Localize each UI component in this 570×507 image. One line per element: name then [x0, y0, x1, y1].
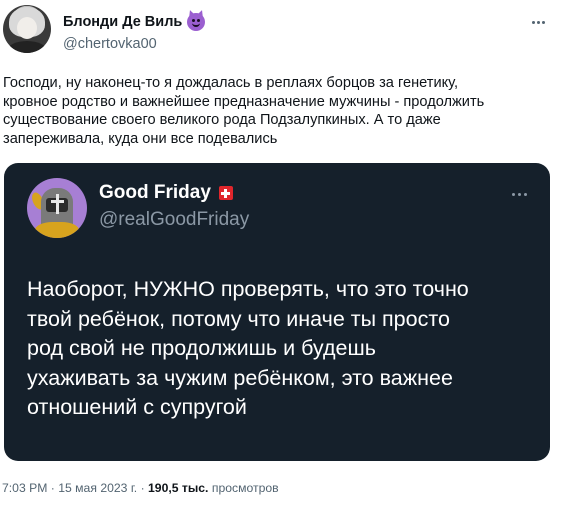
avatar-cape	[35, 222, 79, 238]
more-options-icon[interactable]	[528, 14, 548, 30]
avatar-shoulder	[7, 41, 47, 53]
devil-emoji-icon	[187, 13, 206, 31]
quoted-tweet-card[interactable]: Good Friday @realGoodFriday Наоборот, НУ…	[4, 163, 550, 461]
meta-separator: ·	[140, 481, 145, 495]
tweet-meta: 7:03 PM · 15 мая 2023 г. · 190,5 тыс. пр…	[2, 481, 279, 495]
quoted-tweet-text: Наоборот, НУЖНО проверять, что это точно…	[27, 275, 537, 423]
tweet-text-line: запереживала, куда они все подевались	[3, 130, 278, 147]
swiss-flag-icon	[218, 186, 233, 200]
tweet-text-line: существование своего великого рода Подза…	[3, 112, 441, 129]
quoted-text-line: Наоборот, НУЖНО проверять, что это точно	[27, 277, 469, 301]
quoted-text-line: род свой не продолжишь и будешь	[27, 336, 376, 360]
views-count[interactable]: 190,5 тыс.	[148, 481, 208, 495]
tweet-text-line: кровное родство и важнейшее предназначен…	[3, 93, 485, 110]
quoted-display-name[interactable]: Good Friday	[99, 182, 211, 204]
quoted-handle[interactable]: @realGoodFriday	[99, 209, 249, 231]
quoted-text-line: отношений с супругой	[27, 395, 247, 419]
views-label: просмотров	[211, 481, 279, 495]
author-handle[interactable]: @chertovka00	[63, 36, 157, 52]
tweet-text-line: Господи, ну наконец-то я дождалась в реп…	[3, 75, 459, 91]
quoted-name-row: Good Friday	[99, 182, 233, 204]
avatar-face	[17, 17, 37, 39]
meta-separator: ·	[50, 481, 55, 495]
avatar-cross	[56, 194, 59, 214]
tweet-header: Блонди Де Виль @chertovka00	[0, 0, 570, 64]
quoted-text-line: ухаживать за чужим ребёнком, это важнее	[27, 365, 453, 390]
quoted-author-avatar[interactable]	[27, 178, 87, 238]
tweet-time[interactable]: 7:03 PM	[2, 481, 47, 495]
tweet-date[interactable]: 15 мая 2023 г.	[58, 481, 137, 495]
author-name-row: Блонди Де Виль	[63, 13, 206, 31]
quoted-text-line: твой ребёнок, потому что иначе ты просто	[27, 306, 450, 331]
author-avatar[interactable]	[3, 5, 51, 53]
tweet-text: Господи, ну наконец-то я дождалась в реп…	[3, 74, 563, 148]
quoted-more-options-icon[interactable]	[508, 189, 530, 199]
author-display-name[interactable]: Блонди Де Виль	[63, 14, 182, 30]
